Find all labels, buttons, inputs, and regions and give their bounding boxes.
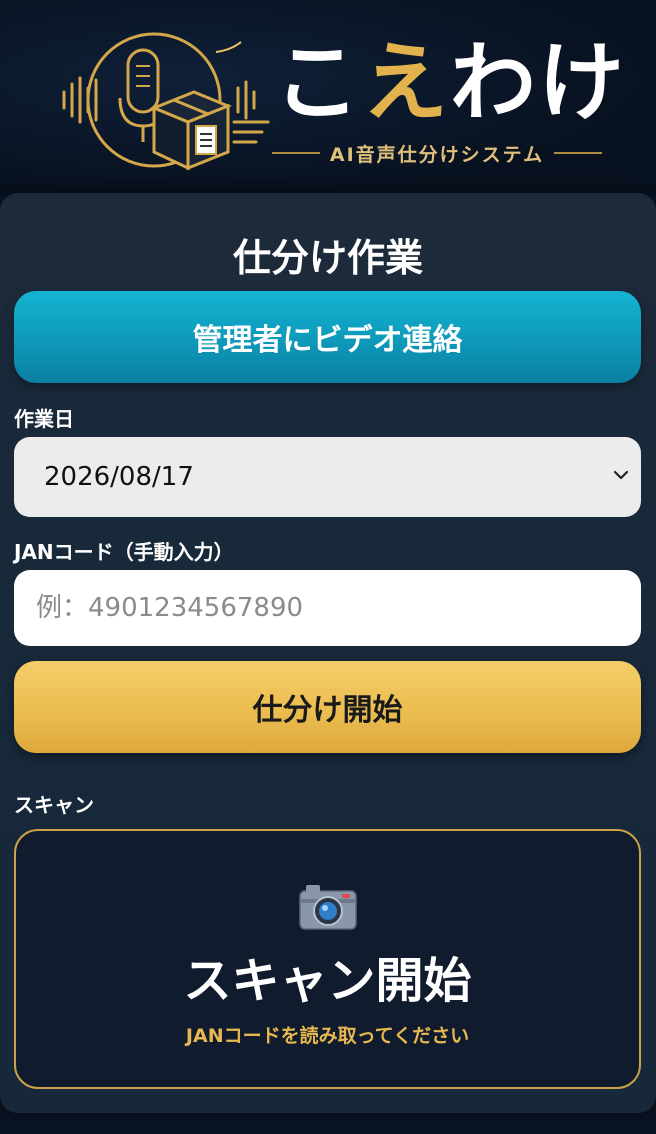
scan-start-button[interactable]: スキャン開始 JANコードを読み取ってください [14,829,641,1089]
microphone-box-logo-icon [62,32,270,171]
logo-title-part2: え [362,33,450,133]
app-logo-subtitle: AI音声仕分けシステム [272,140,602,166]
scan-start-title: スキャン開始 [183,953,472,1009]
jan-code-label: JANコード（手動入力） [14,540,234,564]
start-sorting-button[interactable]: 仕分け開始 [14,661,641,753]
sorting-card: 仕分け作業 管理者にビデオ連絡 作業日 2026/08/17 JANコード（手動… [0,193,656,1113]
page-title: 仕分け作業 [232,236,423,280]
work-date-value: 2026/08/17 [44,462,194,492]
app-header: こえわけ AI音声仕分けシステム [0,0,656,195]
app-logo-title: こえわけ [274,40,626,126]
video-contact-button[interactable]: 管理者にビデオ連絡 [14,291,641,383]
camera-icon [298,885,357,930]
scan-section-label: スキャン [14,793,94,817]
app-screen: こえわけ AI音声仕分けシステム 仕分け作業 管理者にビデオ連絡 作業日 202… [0,0,656,1134]
chevron-down-icon [613,470,629,480]
subtitle-divider-right [554,152,602,154]
work-date-select[interactable]: 2026/08/17 [14,437,641,517]
logo-title-part1: こ [274,33,362,133]
logo-title-part3: わけ [450,33,626,133]
work-date-label: 作業日 [14,407,74,431]
subtitle-divider-left [272,152,320,154]
scan-instruction-text: JANコードを読み取ってください [185,1025,470,1047]
subtitle-text: AI音声仕分けシステム [329,143,545,166]
jan-code-input[interactable] [14,570,641,646]
